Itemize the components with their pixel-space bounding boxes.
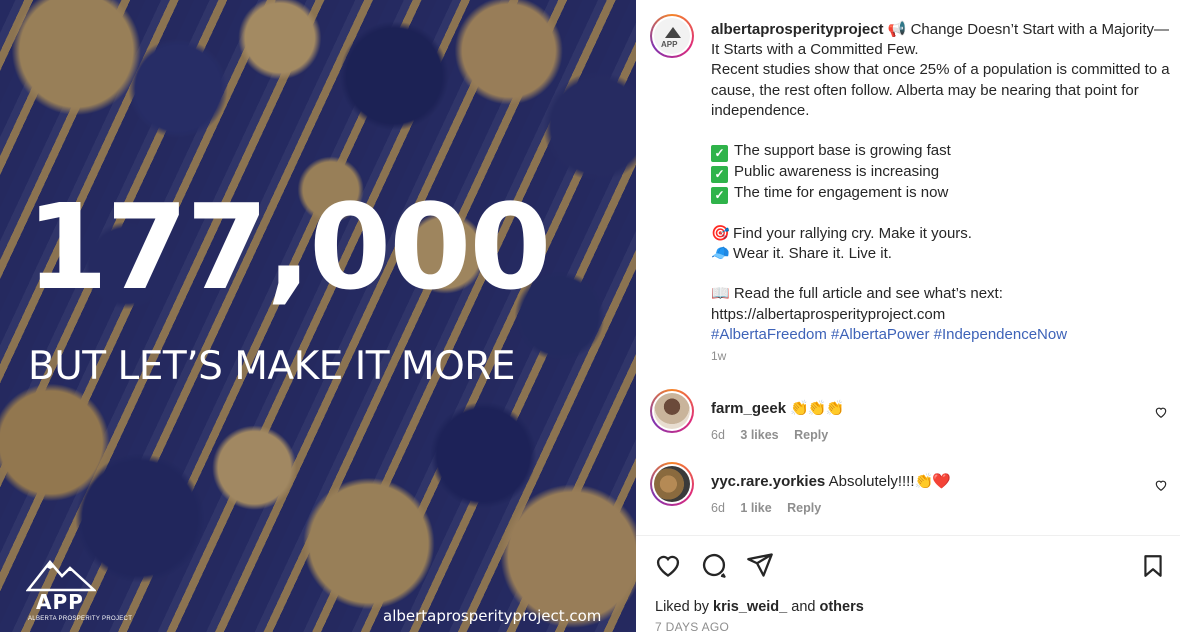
comment-text: yyc.rare.yorkies Absolutely!!!!👏❤️ bbox=[711, 472, 951, 490]
comment-likes[interactable]: 1 like bbox=[740, 501, 771, 515]
post-date[interactable]: 7 DAYS AGO bbox=[655, 620, 729, 632]
commenter-avatar[interactable] bbox=[650, 462, 694, 506]
image-tagline: BUT LET’S MAKE IT MORE bbox=[28, 344, 516, 389]
comment-meta: 6d 1 like Reply bbox=[711, 501, 833, 515]
post-image[interactable]: 177,000 BUT LET’S MAKE IT MORE APP ALBER… bbox=[0, 0, 636, 632]
image-overlay bbox=[0, 0, 636, 632]
like-heart-icon[interactable] bbox=[654, 551, 682, 579]
app-logo: APP ALBERTA PROSPERITY PROJECT bbox=[25, 556, 132, 630]
like-comment-heart-icon[interactable] bbox=[1154, 478, 1168, 492]
farm-geek-avatar-icon bbox=[654, 393, 690, 429]
caption-headline-line: albertaprosperityproject 📢 Change Doesn’… bbox=[711, 20, 1176, 60]
comment-age[interactable]: 6d bbox=[711, 501, 725, 515]
hashtags[interactable]: #AlbertaFreedom #AlbertaPower #Independe… bbox=[711, 325, 1176, 345]
checkmark-icon: ✓ bbox=[711, 145, 728, 163]
clap-heart-icon: 👏❤️ bbox=[914, 473, 951, 490]
post-detail-panel: albertaprosperityproject 📢 Change Doesn’… bbox=[636, 0, 1180, 632]
comment-body: Absolutely!!!! bbox=[828, 473, 915, 490]
commenter-avatar[interactable] bbox=[650, 389, 694, 433]
mountain-icon bbox=[25, 560, 98, 592]
read-more-line: 📖 Read the full article and see what’s n… bbox=[711, 285, 1003, 303]
post-time-ago[interactable]: 1w bbox=[711, 349, 726, 363]
reply-button[interactable]: Reply bbox=[787, 501, 821, 515]
comment-item: yyc.rare.yorkies Absolutely!!!!👏❤️ 6d 1 … bbox=[650, 462, 1170, 522]
liked-by-summary: Liked by kris_weid_ and others bbox=[655, 599, 864, 615]
checklist-item: ✓ The time for engagement is now bbox=[711, 183, 1176, 205]
image-url: albertaprosperityproject.com bbox=[383, 607, 602, 625]
article-link[interactable]: https://albertaprosperityproject.com bbox=[711, 305, 1176, 325]
cta-line: 🎯 Find your rallying cry. Make it yours. bbox=[711, 224, 1176, 244]
author-username[interactable]: albertaprosperityproject bbox=[711, 21, 884, 38]
image-headline-number: 177,000 bbox=[26, 178, 551, 316]
caption-body: Recent studies show that once 25% of a p… bbox=[711, 61, 1170, 119]
bookmark-icon[interactable] bbox=[1140, 552, 1166, 580]
liked-by-user[interactable]: kris_weid_ bbox=[713, 599, 787, 615]
like-comment-heart-icon[interactable] bbox=[1154, 405, 1168, 419]
comment-bubble-icon[interactable] bbox=[700, 551, 728, 579]
comment-likes[interactable]: 3 likes bbox=[740, 428, 778, 442]
comment-meta: 6d 3 likes Reply bbox=[711, 428, 840, 442]
reply-button[interactable]: Reply bbox=[794, 428, 828, 442]
logo-subtext: ALBERTA PROSPERITY PROJECT bbox=[28, 616, 133, 622]
checklist-item: ✓ Public awareness is increasing bbox=[711, 162, 1176, 184]
checklist-item: ✓ The support base is growing fast bbox=[711, 141, 1176, 163]
cta-line: 🧢 Wear it. Share it. Live it. bbox=[711, 244, 1176, 264]
post-caption: albertaprosperityproject 📢 Change Doesn’… bbox=[711, 20, 1176, 345]
checkmark-icon: ✓ bbox=[711, 166, 728, 184]
yorkie-avatar-icon bbox=[654, 466, 690, 502]
share-send-icon[interactable] bbox=[746, 551, 774, 579]
app-logo-icon bbox=[654, 18, 690, 54]
liked-by-others[interactable]: others bbox=[819, 599, 863, 615]
checkmark-icon: ✓ bbox=[711, 187, 728, 205]
logo-text: APP bbox=[36, 590, 84, 614]
author-avatar[interactable] bbox=[650, 14, 694, 58]
comment-item: farm_geek 👏👏👏 6d 3 likes Reply bbox=[650, 389, 1170, 449]
cap-icon: 🧢 bbox=[711, 245, 730, 263]
target-icon: 🎯 bbox=[711, 225, 730, 243]
comment-text: farm_geek 👏👏👏 bbox=[711, 399, 844, 417]
comment-username[interactable]: yyc.rare.yorkies bbox=[711, 473, 825, 490]
clapping-hands-icon: 👏👏👏 bbox=[790, 400, 844, 417]
post-actions bbox=[654, 551, 774, 579]
comment-age[interactable]: 6d bbox=[711, 428, 725, 442]
comment-username[interactable]: farm_geek bbox=[711, 400, 786, 417]
actions-divider bbox=[636, 535, 1180, 536]
